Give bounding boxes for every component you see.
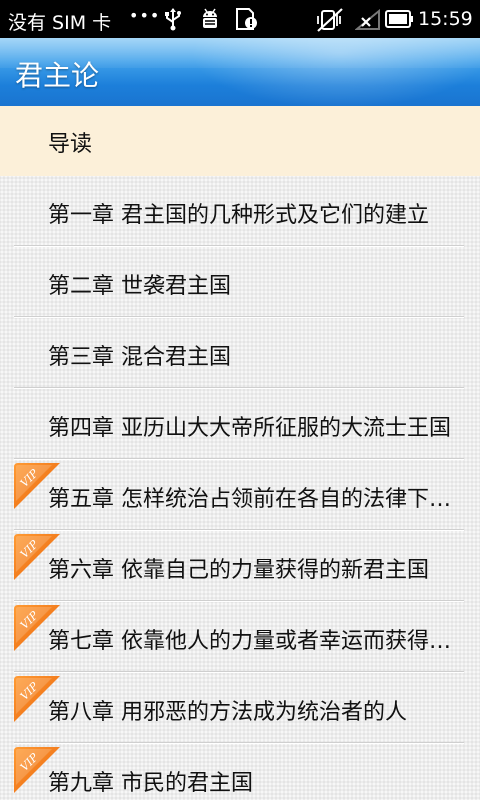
android-debug-icon xyxy=(203,8,217,28)
row-divider xyxy=(14,671,464,673)
app-title-bar: 君主论 xyxy=(0,38,480,106)
chapter-item[interactable]: VIP第五章 怎样统治占领前在各自的法律下生活的城市或君主国 xyxy=(0,461,480,531)
no-signal-icon xyxy=(355,9,380,30)
chapter-title: 第九章 市民的君主国 xyxy=(48,771,253,796)
row-divider xyxy=(14,742,464,744)
row-divider xyxy=(14,458,464,460)
screen: 没有 SIM 卡 ••• 15:59 君主论 导读 第一章 君主国的几种形式及它… xyxy=(0,0,480,800)
chapter-title: 第三章 混合君主国 xyxy=(48,345,231,370)
chapter-item[interactable]: 第三章 混合君主国 xyxy=(0,319,480,389)
battery-icon xyxy=(385,10,413,28)
chapter-title: 第六章 依靠自己的力量获得的新君主国 xyxy=(48,558,429,583)
chapter-item[interactable]: 第二章 世袭君主国 xyxy=(0,248,480,318)
row-divider xyxy=(14,387,464,389)
silent-mode-icon xyxy=(317,8,343,32)
clock: 15:59 xyxy=(418,8,473,30)
chapter-item[interactable]: VIP 第六章 依靠自己的力量获得的新君主国 xyxy=(0,532,480,602)
book-title: 君主论 xyxy=(15,59,100,92)
row-divider xyxy=(14,245,464,247)
carrier-text: 没有 SIM 卡 xyxy=(8,12,112,34)
chapter-title: 第五章 怎样统治占领前在各自的法律下生活的城市或君主国 xyxy=(48,487,453,512)
chapter-title: 第八章 用邪恶的方法成为统治者的人 xyxy=(48,700,407,725)
chapter-item[interactable]: VIP 第八章 用邪恶的方法成为统治者的人 xyxy=(0,674,480,744)
chapter-title: 第一章 君主国的几种形式及它们的建立 xyxy=(48,203,429,228)
status-bar: 没有 SIM 卡 ••• 15:59 xyxy=(0,0,480,38)
notification-dots: ••• xyxy=(129,6,161,25)
chapter-list[interactable]: 导读第一章 君主国的几种形式及它们的建立 第二章 世袭君主国 第三章 混合君主国第四… xyxy=(0,106,480,800)
chapter-title: 导读 xyxy=(48,132,93,157)
usb-icon xyxy=(165,8,181,31)
row-divider xyxy=(14,600,464,602)
sd-card-alert-icon xyxy=(236,8,257,30)
chapter-item[interactable]: 第一章 君主国的几种形式及它们的建立 xyxy=(0,177,480,247)
chapter-title: 第四章 亚历山大大帝所征服的大流士王国 xyxy=(48,416,451,441)
row-divider xyxy=(14,529,464,531)
chapter-item[interactable]: 第四章 亚历山大大帝所征服的大流士王国 xyxy=(0,390,480,460)
chapter-item[interactable]: VIP 第九章 市民的君主国 xyxy=(0,745,480,800)
chapter-title: 第二章 世袭君主国 xyxy=(48,274,231,299)
chapter-item[interactable]: VIP第七章 依靠他人的力量或者幸运而获得的新君主国 xyxy=(0,603,480,673)
chapter-title: 第七章 依靠他人的力量或者幸运而获得的新君主国 xyxy=(48,629,453,654)
title-bar-glow xyxy=(190,38,480,106)
row-divider xyxy=(14,316,464,318)
chapter-item-intro[interactable]: 导读 xyxy=(0,106,480,176)
